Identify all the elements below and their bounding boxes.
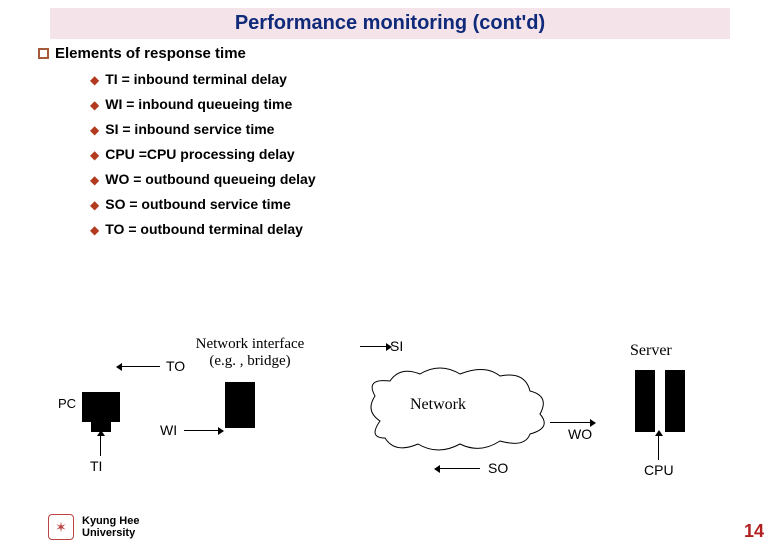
nic-icon bbox=[225, 382, 255, 428]
server-label: Server bbox=[630, 342, 672, 360]
diamond-bullet-icon: ◆ bbox=[90, 173, 99, 187]
desc: = outbound terminal delay bbox=[128, 221, 303, 237]
term: SI bbox=[105, 121, 118, 137]
desc: = inbound terminal delay bbox=[122, 71, 287, 87]
desc: =CPU processing delay bbox=[139, 146, 295, 162]
footer-line: University bbox=[82, 527, 139, 539]
term: TO bbox=[105, 221, 124, 237]
list-item: ◆ SI = inbound service time bbox=[90, 121, 780, 137]
label-wi: WI bbox=[160, 422, 177, 438]
desc: = inbound queueing time bbox=[126, 96, 292, 112]
heading-text: Elements of response time bbox=[55, 45, 246, 62]
arrow-up-icon bbox=[100, 436, 101, 456]
slide-title: Performance monitoring (cont'd) bbox=[50, 8, 730, 39]
desc: = outbound queueing delay bbox=[133, 171, 315, 187]
desc: = inbound service time bbox=[122, 121, 274, 137]
nic-label: Network interface (e.g. , bridge) bbox=[180, 336, 320, 370]
arrow-right-icon bbox=[184, 430, 218, 431]
list-item: ◆ WO = outbound queueing delay bbox=[90, 171, 780, 187]
arrow-left-icon bbox=[440, 468, 480, 469]
list-item: ◆ TI = inbound terminal delay bbox=[90, 71, 780, 87]
desc: = outbound service time bbox=[129, 196, 290, 212]
term: WO bbox=[105, 171, 129, 187]
term: SO bbox=[105, 196, 125, 212]
arrow-up-icon bbox=[658, 436, 659, 460]
diamond-bullet-icon: ◆ bbox=[90, 123, 99, 137]
list-item: ◆ CPU =CPU processing delay bbox=[90, 146, 780, 162]
label-ti: TI bbox=[90, 458, 102, 474]
list-item: ◆ TO = outbound terminal delay bbox=[90, 221, 780, 237]
arrow-left-icon bbox=[122, 366, 160, 367]
definition-list: ◆ TI = inbound terminal delay ◆ WI = inbou… bbox=[90, 71, 780, 237]
list-item: ◆ SO = outbound service time bbox=[90, 196, 780, 212]
footer-line: Kyung Hee bbox=[82, 515, 139, 527]
university-logo-icon: ✶ bbox=[48, 514, 74, 540]
page-number: 14 bbox=[744, 521, 764, 542]
list-item: ◆ WI = inbound queueing time bbox=[90, 96, 780, 112]
university-name: Kyung Hee University bbox=[82, 515, 139, 539]
pc-icon bbox=[82, 392, 120, 422]
nic-label-line: Network interface bbox=[180, 336, 320, 353]
section-heading: Elements of response time bbox=[38, 45, 780, 62]
diamond-bullet-icon: ◆ bbox=[90, 148, 99, 162]
server-icon bbox=[665, 370, 685, 432]
network-label: Network bbox=[410, 396, 466, 414]
arrow-right-icon bbox=[550, 422, 590, 423]
label-to: TO bbox=[166, 358, 185, 374]
diamond-bullet-icon: ◆ bbox=[90, 98, 99, 112]
label-wo: WO bbox=[568, 426, 592, 442]
diamond-bullet-icon: ◆ bbox=[90, 198, 99, 212]
square-bullet-icon bbox=[38, 48, 49, 59]
label-cpu: CPU bbox=[644, 462, 674, 478]
pc-label: PC bbox=[58, 396, 76, 411]
term: WI bbox=[105, 96, 122, 112]
nic-label-line: (e.g. , bridge) bbox=[180, 353, 320, 370]
arrow-right-icon bbox=[360, 346, 386, 347]
term: CPU bbox=[105, 146, 135, 162]
footer: ✶ Kyung Hee University bbox=[48, 514, 139, 540]
diagram: PC Network interface (e.g. , bridge) TO … bbox=[0, 336, 780, 506]
diamond-bullet-icon: ◆ bbox=[90, 73, 99, 87]
term: TI bbox=[105, 71, 117, 87]
diamond-bullet-icon: ◆ bbox=[90, 223, 99, 237]
server-icon bbox=[635, 370, 655, 432]
label-so: SO bbox=[488, 460, 508, 476]
